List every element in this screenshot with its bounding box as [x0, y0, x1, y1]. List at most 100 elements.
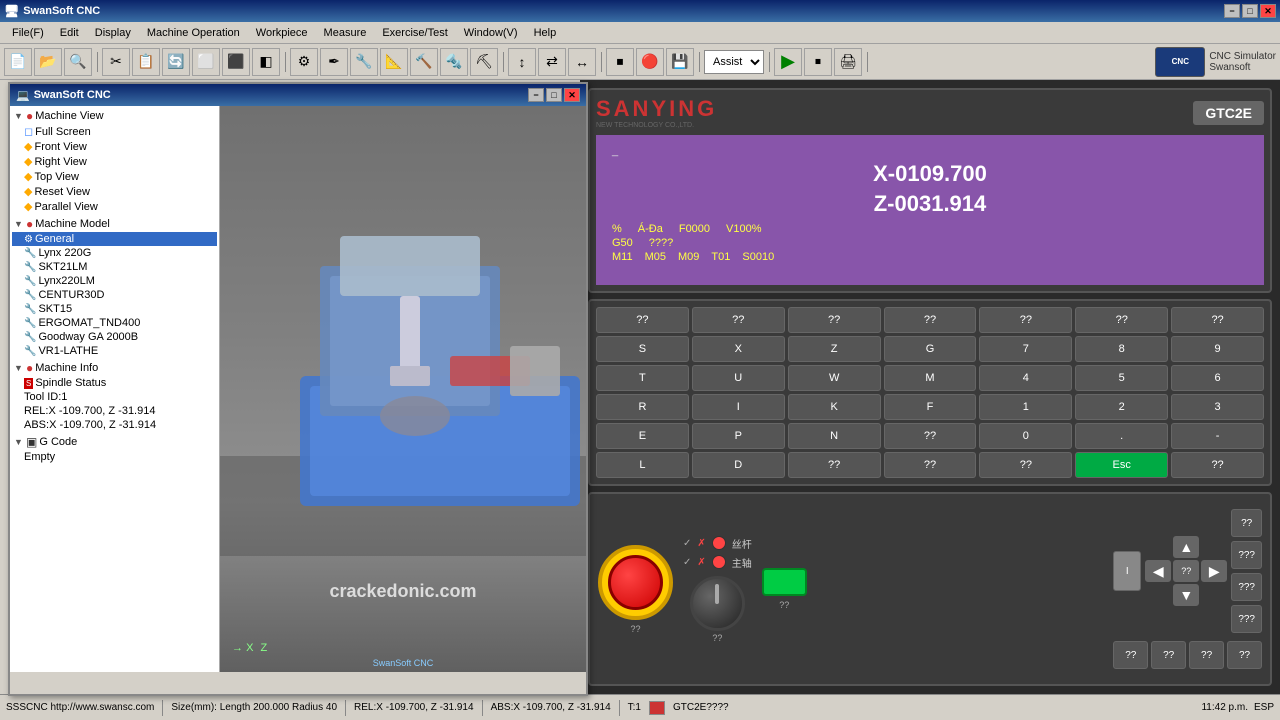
- toolbar-tool1[interactable]: ⚙: [290, 48, 318, 76]
- tree-item-skt21lm[interactable]: 🔧 SKT21LM: [12, 260, 217, 274]
- tree-item-reset-view[interactable]: ◆ Reset View: [12, 184, 217, 199]
- dial-knob[interactable]: [690, 576, 745, 631]
- key-u[interactable]: U: [692, 365, 785, 391]
- tree-item-machine-view[interactable]: ▼ ● Machine View: [12, 108, 217, 124]
- key-x[interactable]: X: [692, 336, 785, 362]
- green-button[interactable]: [762, 568, 807, 596]
- tree-item-spindle[interactable]: S Spindle Status: [12, 376, 217, 390]
- key-i[interactable]: I: [692, 394, 785, 420]
- toolbar-copy[interactable]: 📋: [132, 48, 160, 76]
- estop-button[interactable]: [608, 555, 663, 610]
- menu-file[interactable]: File(F): [4, 25, 52, 41]
- key-esc[interactable]: Esc: [1075, 452, 1168, 478]
- toolbar-tool6[interactable]: 🔩: [440, 48, 468, 76]
- key-qq1[interactable]: ??: [596, 307, 689, 333]
- tree-item-ergomat[interactable]: 🔧 ERGOMAT_TND400: [12, 316, 217, 330]
- ctrl-btn-qqq2[interactable]: ???: [1231, 573, 1262, 601]
- key-0[interactable]: 0: [979, 423, 1072, 449]
- toolbar-nav2[interactable]: ⇄: [538, 48, 566, 76]
- tree-item-lynx220g[interactable]: 🔧 Lynx 220G: [12, 246, 217, 260]
- arrow-down[interactable]: ▼: [1173, 584, 1199, 606]
- key-qq-n[interactable]: ??: [884, 423, 977, 449]
- tree-item-lynx220lm[interactable]: 🔧 Lynx220LM: [12, 274, 217, 288]
- key-qq-l4[interactable]: ??: [1171, 452, 1264, 478]
- tree-item-goodway[interactable]: 🔧 Goodway GA 2000B: [12, 330, 217, 344]
- ctrl-btn-qqq1[interactable]: ???: [1231, 541, 1262, 569]
- key-qq3[interactable]: ??: [788, 307, 881, 333]
- tree-item-parallel-view[interactable]: ◆ Parallel View: [12, 199, 217, 214]
- minimize-button[interactable]: −: [1224, 4, 1240, 18]
- ctrl-btn-i[interactable]: I: [1113, 551, 1141, 591]
- toolbar-nav3[interactable]: ↔: [568, 48, 596, 76]
- key-1[interactable]: 1: [979, 394, 1072, 420]
- tree-item-full-screen[interactable]: ◻ Full Screen: [12, 124, 217, 139]
- toolbar-nav1[interactable]: ↕: [508, 48, 536, 76]
- key-m[interactable]: M: [884, 365, 977, 391]
- toolbar-tool2[interactable]: ✒: [320, 48, 348, 76]
- key-t[interactable]: T: [596, 365, 689, 391]
- menu-workpiece[interactable]: Workpiece: [248, 25, 316, 41]
- key-n[interactable]: N: [788, 423, 881, 449]
- menu-help[interactable]: Help: [526, 25, 565, 41]
- key-e[interactable]: E: [596, 423, 689, 449]
- key-qq2[interactable]: ??: [692, 307, 785, 333]
- tree-item-top-view[interactable]: ◆ Top View: [12, 169, 217, 184]
- tree-item-machine-model[interactable]: ▼ ● Machine Model: [12, 216, 217, 232]
- tree-item-centur30d[interactable]: 🔧 CENTUR30D: [12, 288, 217, 302]
- arrow-left[interactable]: ◀: [1145, 560, 1171, 582]
- arrow-up[interactable]: ▲: [1173, 536, 1199, 558]
- cnc-minimize[interactable]: −: [528, 88, 544, 102]
- tree-item-vr1lathe[interactable]: 🔧 VR1-LATHE: [12, 344, 217, 358]
- key-p[interactable]: P: [692, 423, 785, 449]
- key-k[interactable]: K: [788, 394, 881, 420]
- ctrl-btn-b3[interactable]: ??: [1189, 641, 1224, 669]
- tree-item-skt15[interactable]: 🔧 SKT15: [12, 302, 217, 316]
- key-qq-l3[interactable]: ??: [979, 452, 1072, 478]
- toolbar-tool3[interactable]: 🔧: [350, 48, 378, 76]
- menu-exercise[interactable]: Exercise/Test: [374, 25, 455, 41]
- key-8[interactable]: 8: [1075, 336, 1168, 362]
- key-qq6[interactable]: ??: [1075, 307, 1168, 333]
- menu-machine-operation[interactable]: Machine Operation: [139, 25, 248, 41]
- toolbar-cut[interactable]: ✂: [102, 48, 130, 76]
- toolbar-sim2[interactable]: 🔴: [636, 48, 664, 76]
- tree-item-front-view[interactable]: ◆ Front View: [12, 139, 217, 154]
- key-4[interactable]: 4: [979, 365, 1072, 391]
- tree-item-machine-info[interactable]: ▼ ● Machine Info: [12, 360, 217, 376]
- cnc-close[interactable]: ✕: [564, 88, 580, 102]
- key-s[interactable]: S: [596, 336, 689, 362]
- toolbar-open[interactable]: 📂: [34, 48, 62, 76]
- menu-window[interactable]: Window(V): [456, 25, 526, 41]
- menu-display[interactable]: Display: [87, 25, 139, 41]
- arrow-right[interactable]: ▶: [1201, 560, 1227, 582]
- maximize-button[interactable]: □: [1242, 4, 1258, 18]
- key-qq-l2[interactable]: ??: [884, 452, 977, 478]
- key-5[interactable]: 5: [1075, 365, 1168, 391]
- toolbar-view2[interactable]: ⬛: [222, 48, 250, 76]
- tree-item-general[interactable]: ⚙ General: [12, 232, 217, 246]
- ctrl-btn-qq1[interactable]: ??: [1231, 509, 1262, 537]
- key-minus[interactable]: -: [1171, 423, 1264, 449]
- key-2[interactable]: 2: [1075, 394, 1168, 420]
- close-button[interactable]: ✕: [1260, 4, 1276, 18]
- key-qq4[interactable]: ??: [884, 307, 977, 333]
- toolbar-refresh[interactable]: 🔄: [162, 48, 190, 76]
- menu-edit[interactable]: Edit: [52, 25, 87, 41]
- ctrl-btn-b4[interactable]: ??: [1227, 641, 1262, 669]
- key-z[interactable]: Z: [788, 336, 881, 362]
- tree-item-gcode[interactable]: ▼ ▣ G Code: [12, 434, 217, 450]
- key-qq-l1[interactable]: ??: [788, 452, 881, 478]
- ctrl-btn-b2[interactable]: ??: [1151, 641, 1186, 669]
- arrow-center[interactable]: ??: [1173, 560, 1199, 582]
- play-button[interactable]: ▶: [774, 48, 802, 76]
- toolbar-view3[interactable]: ◧: [252, 48, 280, 76]
- key-dot[interactable]: .: [1075, 423, 1168, 449]
- key-w[interactable]: W: [788, 365, 881, 391]
- toolbar-search[interactable]: 🔍: [64, 48, 92, 76]
- ctrl-btn-b1[interactable]: ??: [1113, 641, 1148, 669]
- tree-item-right-view[interactable]: ◆ Right View: [12, 154, 217, 169]
- key-7[interactable]: 7: [979, 336, 1072, 362]
- toolbar-tool7[interactable]: ⛏: [470, 48, 498, 76]
- key-6[interactable]: 6: [1171, 365, 1264, 391]
- stop-button[interactable]: ⏹: [804, 48, 832, 76]
